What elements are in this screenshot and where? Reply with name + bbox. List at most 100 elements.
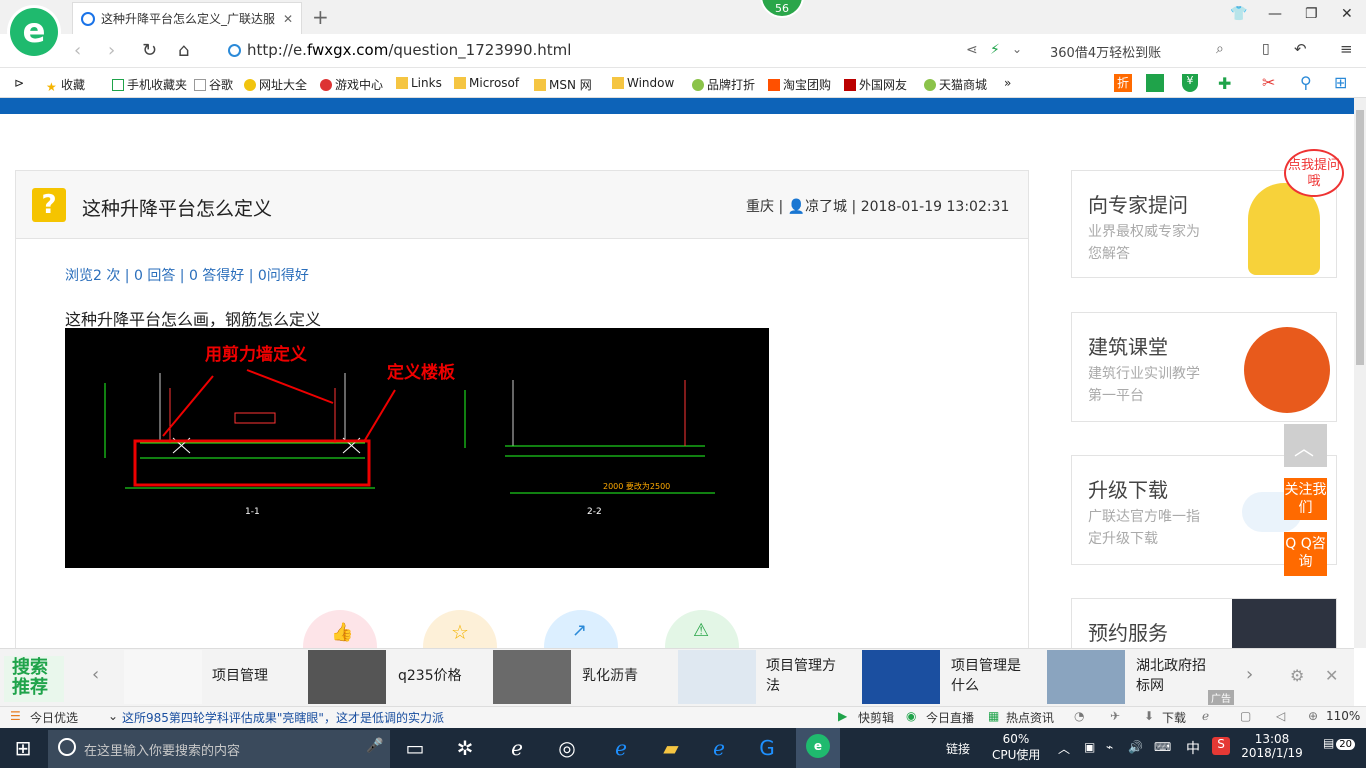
edge-icon[interactable]: ℯ <box>606 733 636 763</box>
url-field[interactable]: http://e.fwxgx.com/question_1723990.html <box>247 41 571 59</box>
volume-icon[interactable]: ◁ <box>1276 709 1285 723</box>
volume-icon[interactable]: 🔊 <box>1128 740 1143 754</box>
ime-indicator[interactable]: 中 <box>1186 738 1200 758</box>
bookmark-brand-discount[interactable]: 品牌打折 <box>692 76 755 93</box>
previous-arrow-icon[interactable]: ‹ <box>92 664 99 685</box>
bookmark-google[interactable]: 谷歌 <box>194 76 233 93</box>
maximize-icon[interactable]: ❐ <box>1305 6 1318 22</box>
bookmark-games[interactable]: 游戏中心 <box>320 76 383 93</box>
booking-service-card[interactable]: 预约服务 <box>1071 598 1337 650</box>
search-icon[interactable]: ⌕ <box>1216 41 1224 57</box>
network-icon[interactable]: ⌁ <box>1106 740 1113 754</box>
bookmark-taobao[interactable]: 淘宝团购 <box>768 76 831 93</box>
people-icon[interactable]: ▣ <box>1084 740 1095 754</box>
thumb-project-case[interactable] <box>862 650 940 704</box>
settings-gear-icon[interactable]: ⚙ <box>1290 666 1304 685</box>
today-pick[interactable]: 今日优选 <box>30 709 78 726</box>
close-tab-icon[interactable]: ✕ <box>283 12 293 26</box>
site-security-icon[interactable] <box>228 44 241 57</box>
ie-mode-icon[interactable]: ℯ <box>1202 709 1209 723</box>
spiral-app-icon[interactable]: ◎ <box>552 733 582 763</box>
bookmark-tmall[interactable]: 天猫商城 <box>924 76 987 93</box>
follow-us-button[interactable]: 关注我们 <box>1284 478 1327 520</box>
glodon-app-icon[interactable]: G <box>752 733 782 763</box>
bookmark-links[interactable]: Links <box>396 76 442 90</box>
bookmark-windows[interactable]: Window <box>612 76 674 90</box>
magnifier-icon[interactable]: ⚲ <box>1300 73 1312 92</box>
close-recommend-icon[interactable]: ✕ <box>1325 666 1338 685</box>
live-link[interactable]: 今日直播 <box>926 709 974 726</box>
bookmark-favorites[interactable]: ★ 收藏 <box>46 76 85 94</box>
refresh-icon[interactable]: ↻ <box>142 40 157 61</box>
wallet-shield-icon[interactable]: ¥ <box>1182 74 1198 92</box>
cad-drawing-image[interactable]: 用剪力墙定义 定义楼板 1-1 2-2 2000 要改为2500 <box>65 328 769 568</box>
hot-news-link[interactable]: 热点资讯 <box>1006 709 1054 726</box>
forward-icon[interactable]: › <box>108 40 115 61</box>
sogou-icon[interactable]: S <box>1212 737 1230 755</box>
browser-logo-icon[interactable]: e <box>10 8 58 56</box>
scrollbar-thumb[interactable] <box>1356 110 1364 365</box>
back-to-top-button[interactable]: ︿ <box>1284 424 1327 467</box>
question-location[interactable]: 重庆 <box>746 199 774 215</box>
taskbar-search-input[interactable]: 在这里输入你要搜索的内容 <box>48 730 390 768</box>
ask-bubble[interactable]: 点我提问哦 <box>1284 149 1344 197</box>
bookmark-microsoft[interactable]: Microsof <box>454 76 519 90</box>
microphone-icon[interactable]: 🎤 <box>366 738 383 754</box>
keyboard-icon[interactable]: ⌨ <box>1154 740 1171 754</box>
share-icon[interactable]: ⋖ <box>966 42 978 58</box>
browser-e-icon[interactable]: ℯ <box>502 733 532 763</box>
new-tab-button[interactable]: + <box>312 5 329 29</box>
lightning-icon[interactable]: ⚡ <box>990 42 1000 58</box>
question-user[interactable]: 凉了城 <box>805 199 847 215</box>
download-link[interactable]: 下载 <box>1162 709 1186 726</box>
tray-expand-icon[interactable]: ︿ <box>1058 740 1070 757</box>
file-explorer-icon[interactable]: ▰ <box>656 733 686 763</box>
quick-cut-link[interactable]: 快剪辑 <box>858 709 894 726</box>
browser-tab[interactable]: 这种升降平台怎么定义_广联达服 ✕ <box>72 2 302 34</box>
ask-expert-card[interactable]: 向专家提问 业界最权威专家为您解答 点我提问哦 <box>1071 149 1344 278</box>
building-course-card[interactable]: 建筑课堂 建筑行业实训教学第一平台 <box>1071 312 1337 422</box>
shirt-skin-icon[interactable]: 👕 <box>1230 6 1247 22</box>
bookmark-web-directory[interactable]: 网址大全 <box>244 76 307 93</box>
close-icon[interactable]: ✕ <box>1341 6 1353 22</box>
qq-consult-button[interactable]: Q Q咨询 <box>1284 532 1327 576</box>
recommend-item[interactable]: q235价格 <box>398 666 462 686</box>
search-input[interactable]: 360借4万轻松到账 <box>1050 42 1161 61</box>
menu-icon[interactable]: ≡ <box>1340 40 1353 58</box>
sidebar-toggle-icon[interactable]: ⊳ <box>14 76 24 90</box>
pin-icon[interactable]: ✈ <box>1110 709 1120 723</box>
links-toolbar[interactable]: 链接 <box>946 740 970 757</box>
reader-icon[interactable] <box>1146 74 1164 92</box>
apps-grid-icon[interactable]: ⊞ <box>1334 73 1347 92</box>
internet-explorer-icon[interactable]: ℯ <box>704 733 734 763</box>
pinwheel-app-icon[interactable]: ✲ <box>450 733 480 763</box>
zoom-level[interactable]: 110% <box>1326 709 1360 723</box>
next-arrow-icon[interactable]: › <box>1246 664 1253 685</box>
phone-icon[interactable]: ▯ <box>1262 41 1270 57</box>
chevron-down-icon[interactable]: ⌄ <box>1012 42 1022 56</box>
recommend-item[interactable]: 湖北政府招标网 <box>1136 656 1206 696</box>
discount-icon[interactable]: 折 <box>1114 74 1132 92</box>
action-center-icon[interactable]: ▤ 20 <box>1322 736 1356 750</box>
thumb-asphalt[interactable] <box>493 650 571 704</box>
bookmark-msn[interactable]: MSN 网 <box>534 76 592 93</box>
speed-icon[interactable]: ◔ <box>1074 709 1084 723</box>
thumb-project-management[interactable] <box>124 650 202 704</box>
window-icon[interactable]: ▢ <box>1240 709 1251 723</box>
chevron-down-icon[interactable]: ⌄ <box>108 709 118 723</box>
recommend-item[interactable]: 项目管理 <box>212 666 268 686</box>
add-extension-icon[interactable]: ✚ <box>1218 74 1236 93</box>
active-360-browser-taskbar[interactable]: e <box>796 728 840 768</box>
windows-start-icon[interactable]: ⊞ <box>8 733 38 763</box>
bookmark-foreign[interactable]: 外国网友 <box>844 76 907 93</box>
cpu-usage[interactable]: 60% CPU使用 <box>992 732 1040 763</box>
thumb-hubei-government[interactable] <box>1047 650 1125 704</box>
bookmarks-more-icon[interactable]: » <box>1004 76 1011 90</box>
scissors-icon[interactable]: ✂ <box>1262 73 1275 92</box>
undo-icon[interactable]: ↶ <box>1294 40 1307 58</box>
bookmark-mobile[interactable]: 手机收藏夹 <box>112 76 187 93</box>
recommend-item[interactable]: 项目管理方法 <box>766 656 836 696</box>
back-icon[interactable]: ‹ <box>74 40 81 61</box>
clock[interactable]: 13:08 2018/1/19 <box>1240 732 1304 760</box>
task-view-icon[interactable]: ▭ <box>400 733 430 763</box>
